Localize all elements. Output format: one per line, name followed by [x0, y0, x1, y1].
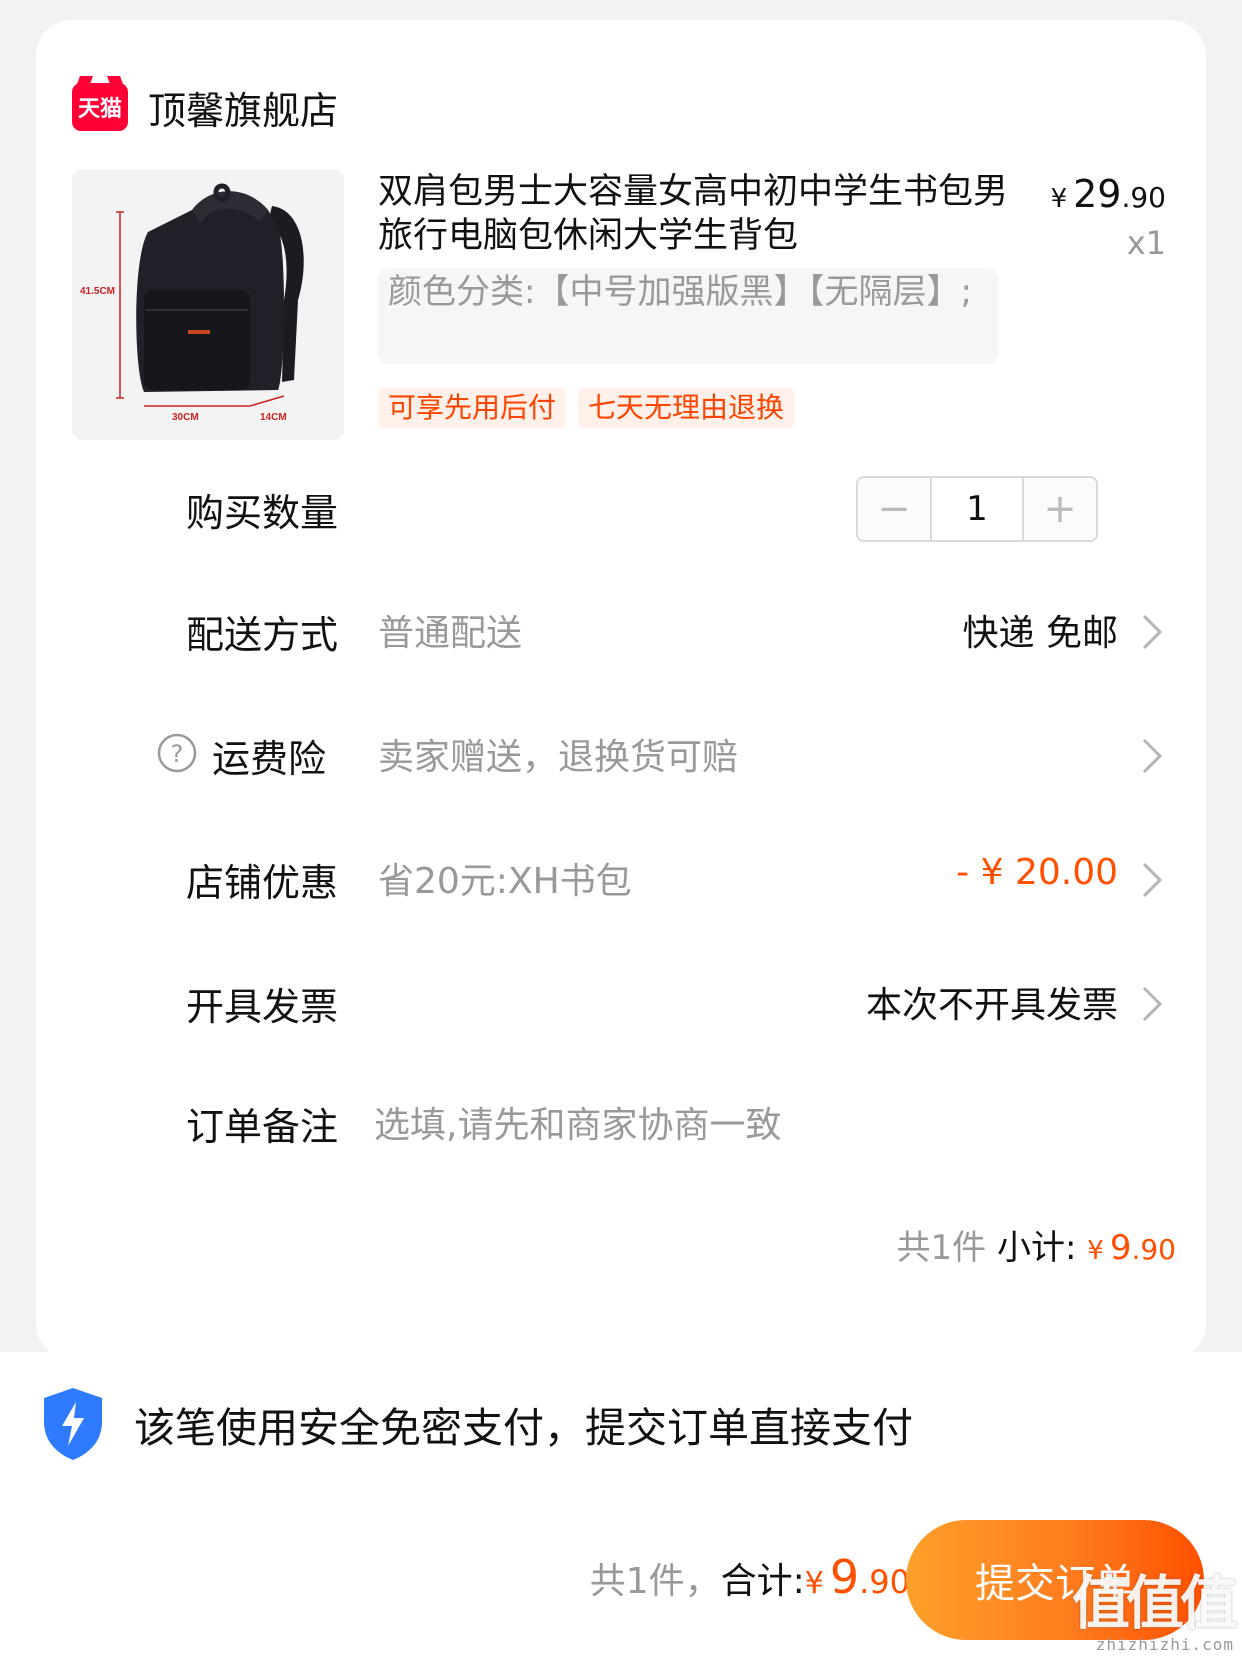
price-integer: 29	[1073, 172, 1122, 216]
coupon-desc: 省20元:XH书包	[378, 861, 632, 902]
product-title[interactable]: 双肩包男士大容量女高中初中学生书包男旅行电脑包休闲大学生背包	[378, 170, 1008, 258]
tmall-logo-icon: 天猫	[72, 83, 128, 131]
insurance-label: 运费险	[212, 737, 327, 781]
total-count: 共1件，	[589, 1561, 721, 1602]
shield-lightning-icon	[44, 1388, 102, 1460]
total-currency: ¥	[804, 1566, 824, 1601]
sku-selector[interactable]: 颜色分类:【中号加强版黑】【无隔层】;	[378, 268, 998, 364]
price-currency: ¥	[1050, 184, 1068, 214]
price-decimal: .90	[1121, 181, 1166, 214]
secure-payment-notice: 该笔使用安全免密支付，提交订单直接支付	[40, 1386, 913, 1462]
checkout-bar: 该笔使用安全免密支付，提交订单直接支付 共1件，合计:¥ 9.90 提交订单 值值…	[0, 1352, 1242, 1660]
tmall-badge-text: 天猫	[77, 97, 122, 122]
decrement-button[interactable]: −	[858, 478, 930, 540]
subtotal-integer: 9	[1109, 1228, 1132, 1268]
product-image[interactable]: 41.5CM 30CM 14CM	[72, 170, 344, 440]
tag-seven-day-return: 七天无理由退换	[578, 388, 795, 428]
watermark-logo: 值值值	[1071, 1569, 1238, 1637]
order-card: 天猫 顶馨旗舰店 41.5CM 30CM 14CM 双肩包男士大容量女高中初中学…	[36, 20, 1206, 1360]
quantity-input[interactable]: 1	[930, 478, 1024, 540]
secure-payment-text: 该笔使用安全免密支付，提交订单直接支付	[134, 1404, 913, 1452]
insurance-row[interactable]: ? 运费险 卖家赠送，退换货可赔	[36, 720, 1206, 790]
backpack-icon: 41.5CM 30CM 14CM	[72, 170, 344, 440]
coupon-row[interactable]: 店铺优惠 省20元:XH书包 - ¥ 20.00	[36, 844, 1206, 914]
note-input[interactable]: 选填,请先和商家协商一致	[374, 1096, 781, 1148]
delivery-value: 快递 免邮	[962, 613, 1118, 654]
site-watermark: 值值值 zhizhizhi.com	[1024, 1569, 1238, 1654]
total-label: 合计:	[720, 1561, 805, 1602]
chevron-right-icon[interactable]	[1132, 856, 1172, 904]
insurance-desc: 卖家赠送，退换货可赔	[378, 737, 739, 778]
subtotal-decimal: .90	[1131, 1233, 1176, 1266]
chevron-right-icon[interactable]	[1132, 980, 1172, 1028]
chevron-right-icon[interactable]	[1132, 732, 1172, 780]
invoice-value: 本次不开具发票	[865, 985, 1118, 1026]
total-integer: 9	[829, 1550, 860, 1604]
note-row: 订单备注 选填,请先和商家协商一致	[36, 1088, 1206, 1158]
subtotal: 共1件 小计: ¥9.90	[897, 1220, 1176, 1269]
product-price-block: ¥29.90 x1	[1051, 172, 1166, 262]
shop-name[interactable]: 顶馨旗舰店	[148, 80, 338, 135]
watermark-url: zhizhizhi.com	[1095, 1635, 1234, 1654]
question-circle-icon[interactable]: ?	[156, 732, 198, 774]
subtotal-label: 小计:	[997, 1228, 1077, 1268]
order-total: 共1件，合计:¥ 9.90	[590, 1550, 910, 1604]
subtotal-currency: ¥	[1087, 1236, 1104, 1266]
note-label: 订单备注	[186, 1105, 339, 1149]
product-quantity: x1	[1126, 224, 1166, 262]
image-width-label: 30CM	[172, 412, 199, 423]
tag-pay-later: 可享先用后付	[378, 388, 567, 428]
delivery-method: 普通配送	[378, 613, 523, 654]
chevron-right-icon[interactable]	[1132, 608, 1172, 656]
image-depth-label: 14CM	[260, 412, 287, 423]
product-price: ¥29.90	[1051, 172, 1166, 216]
total-decimal: .90	[859, 1563, 910, 1601]
quantity-stepper[interactable]: − 1 +	[856, 476, 1098, 542]
image-height-label: 41.5CM	[80, 286, 115, 297]
coupon-value: - ¥ 20.00	[956, 852, 1118, 893]
invoice-label: 开具发票	[186, 985, 339, 1029]
delivery-label: 配送方式	[186, 613, 339, 657]
subtotal-amount: ¥9.90	[1087, 1228, 1176, 1268]
increment-button[interactable]: +	[1024, 478, 1096, 540]
service-tags: 可享先用后付 七天无理由退换	[378, 388, 795, 428]
quantity-label: 购买数量	[186, 491, 339, 535]
delivery-row[interactable]: 配送方式 普通配送 快递 免邮	[36, 596, 1206, 666]
coupon-label: 店铺优惠	[186, 861, 339, 905]
svg-text:?: ?	[171, 740, 184, 768]
invoice-row[interactable]: 开具发票 本次不开具发票	[36, 968, 1206, 1038]
subtotal-count: 共1件	[896, 1228, 987, 1268]
shop-header[interactable]: 天猫 顶馨旗舰店	[72, 64, 338, 150]
